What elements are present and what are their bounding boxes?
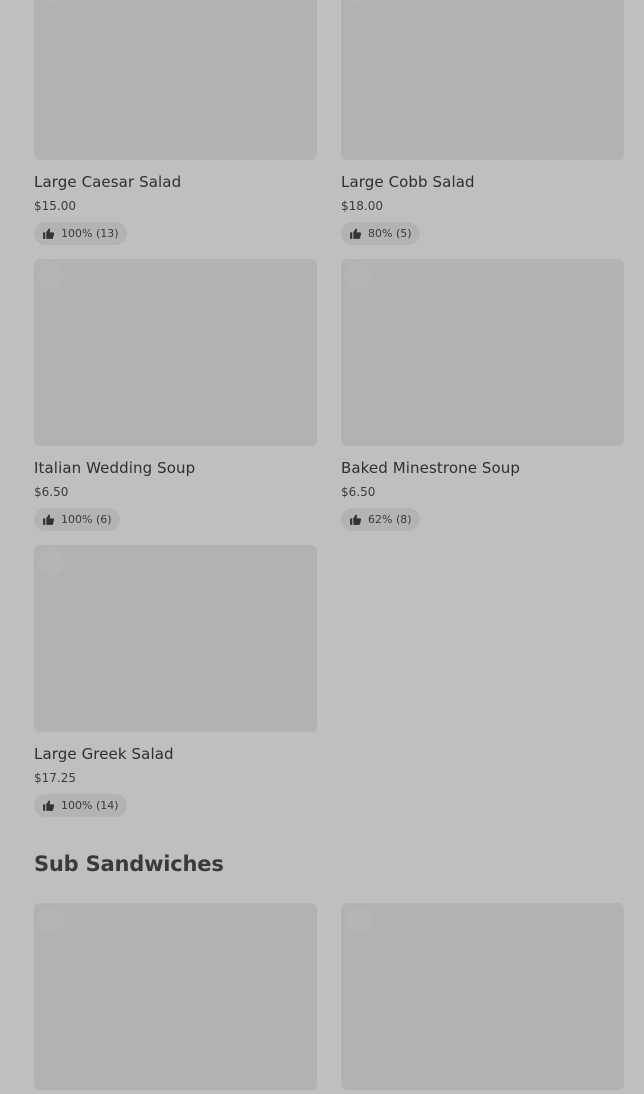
image-highlight — [38, 907, 64, 933]
rating-text: 100% (13) — [61, 227, 119, 240]
menu-item-price: $6.50 — [341, 485, 376, 499]
rating-badge: 100% (6) — [34, 508, 120, 531]
menu-item-price: $15.00 — [34, 199, 76, 213]
menu-item-image[interactable] — [341, 259, 624, 446]
menu-item-image[interactable] — [34, 259, 317, 446]
image-highlight — [38, 263, 64, 289]
rating-text: 100% (14) — [61, 799, 119, 812]
thumbs-up-icon — [42, 513, 55, 526]
thumbs-up-icon — [42, 799, 55, 812]
image-highlight — [345, 907, 371, 933]
menu-item-name: Baked Minestrone Soup — [341, 459, 521, 477]
thumbs-up-icon — [349, 513, 362, 526]
image-highlight — [345, 0, 371, 3]
section-title-sub-sandwiches: Sub Sandwiches — [34, 852, 224, 876]
menu-item-image[interactable] — [341, 0, 624, 160]
thumbs-up-icon — [42, 227, 55, 240]
image-highlight — [38, 549, 64, 575]
menu-item-name: Large Caesar Salad — [34, 173, 182, 191]
menu-item-image[interactable] — [341, 903, 624, 1090]
menu-item-name: Large Greek Salad — [34, 745, 174, 763]
rating-badge: 62% (8) — [341, 508, 420, 531]
menu-item-card[interactable] — [341, 903, 625, 1094]
menu-item-name: Large Cobb Salad — [341, 173, 475, 191]
menu-item-image[interactable] — [34, 0, 317, 160]
image-highlight — [345, 263, 371, 289]
menu-item-image[interactable] — [34, 903, 317, 1090]
rating-text: 80% (5) — [368, 227, 412, 240]
rating-badge: 100% (14) — [34, 794, 127, 817]
menu-item-price: $6.50 — [34, 485, 69, 499]
image-highlight — [38, 0, 64, 3]
menu-item-image[interactable] — [34, 545, 317, 732]
menu-item-price: $17.25 — [34, 771, 76, 785]
rating-badge: 100% (13) — [34, 222, 127, 245]
rating-badge: 80% (5) — [341, 222, 420, 245]
menu-item-card[interactable] — [34, 903, 318, 1094]
menu-item-price: $18.00 — [341, 199, 383, 213]
rating-text: 100% (6) — [61, 513, 112, 526]
rating-text: 62% (8) — [368, 513, 412, 526]
thumbs-up-icon — [349, 227, 362, 240]
menu-item-name: Italian Wedding Soup — [34, 459, 196, 477]
